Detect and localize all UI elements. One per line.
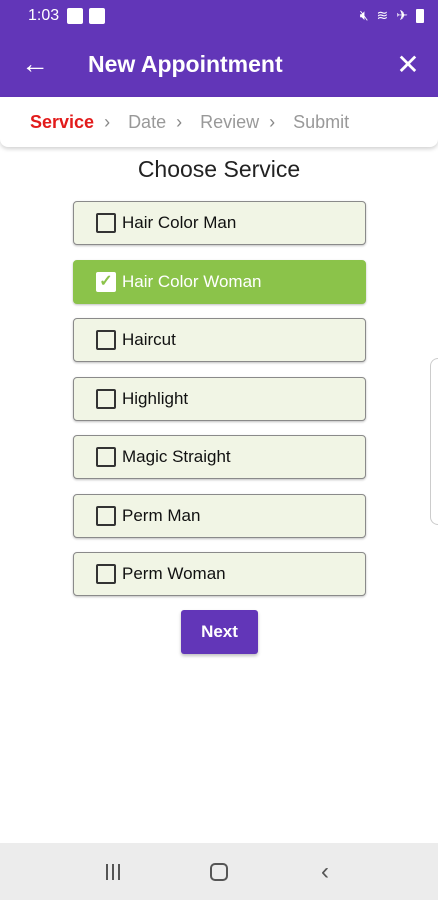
service-option[interactable]: Perm Man	[73, 493, 366, 538]
chevron-right-icon: ›	[269, 111, 276, 132]
checkbox[interactable]	[96, 330, 116, 350]
step-label: Service	[30, 111, 95, 132]
step-date[interactable]: Date ›	[128, 112, 182, 133]
wifi-icon: ≋	[376, 7, 389, 23]
mute-icon: 🔇︎	[359, 7, 369, 23]
battery-icon	[416, 8, 424, 23]
checkbox[interactable]	[96, 447, 116, 467]
edge-panel-handle[interactable]	[430, 358, 438, 525]
checkbox[interactable]: ✓	[96, 271, 116, 292]
checkbox[interactable]	[96, 213, 116, 233]
service-label: Highlight	[122, 388, 189, 408]
image-icon	[67, 7, 84, 24]
service-list: Hair Color Man ✓ Hair Color Woman Haircu…	[73, 201, 366, 611]
check-icon: ✓	[99, 272, 113, 290]
service-label: Perm Man	[122, 505, 201, 525]
status-time: 1:03	[28, 6, 60, 24]
arrow-left-icon: ←	[21, 48, 49, 79]
notification-icon	[89, 7, 106, 24]
step-label: Review	[200, 111, 260, 132]
recents-button[interactable]	[83, 852, 143, 892]
status-right-icons: 🔇︎ ≋ ✈︎	[360, 7, 424, 24]
next-button[interactable]: Next	[181, 610, 258, 654]
recents-icon	[106, 863, 120, 880]
service-label: Magic Straight	[122, 447, 231, 466]
system-nav-bar: ‹	[0, 843, 438, 900]
checkbox[interactable]	[96, 505, 116, 526]
back-button[interactable]: ←	[0, 31, 70, 97]
service-option[interactable]: Highlight	[73, 376, 366, 421]
airplane-icon: ✈︎	[396, 7, 408, 23]
app-bar: ← New Appointment ✕	[0, 31, 438, 97]
step-review[interactable]: Review ›	[200, 112, 275, 133]
home-button[interactable]	[189, 852, 249, 892]
service-label: Hair Color Woman	[122, 271, 262, 291]
chevron-right-icon: ›	[104, 111, 111, 132]
service-option[interactable]: Magic Straight	[73, 435, 366, 479]
home-icon	[210, 862, 228, 881]
chevron-right-icon: ›	[176, 111, 183, 132]
close-button[interactable]: ✕	[378, 31, 438, 97]
status-left-icons	[67, 7, 106, 24]
service-option[interactable]: Haircut	[73, 318, 366, 362]
service-option[interactable]: Hair Color Man	[73, 201, 366, 245]
checkbox[interactable]	[96, 388, 116, 409]
page-title: New Appointment	[88, 50, 283, 77]
service-option[interactable]: ✓ Hair Color Woman	[73, 259, 366, 304]
close-icon: ✕	[396, 48, 420, 80]
section-heading: Choose Service	[137, 156, 301, 182]
step-service[interactable]: Service ›	[30, 112, 110, 133]
service-label: Perm Woman	[122, 564, 226, 583]
chevron-left-icon: ‹	[321, 857, 329, 885]
back-nav-button[interactable]: ‹	[295, 852, 355, 892]
step-label: Submit	[293, 111, 350, 132]
status-bar: 1:03 🔇︎ ≋ ✈︎	[0, 0, 438, 31]
step-indicator: Service › Date › Review › Submit	[0, 97, 438, 147]
step-label: Date	[128, 111, 167, 132]
step-submit[interactable]: Submit	[293, 112, 349, 133]
service-option[interactable]: Perm Woman	[73, 552, 366, 596]
service-label: Hair Color Man	[122, 213, 237, 232]
service-label: Haircut	[122, 330, 176, 349]
checkbox[interactable]	[96, 564, 116, 584]
